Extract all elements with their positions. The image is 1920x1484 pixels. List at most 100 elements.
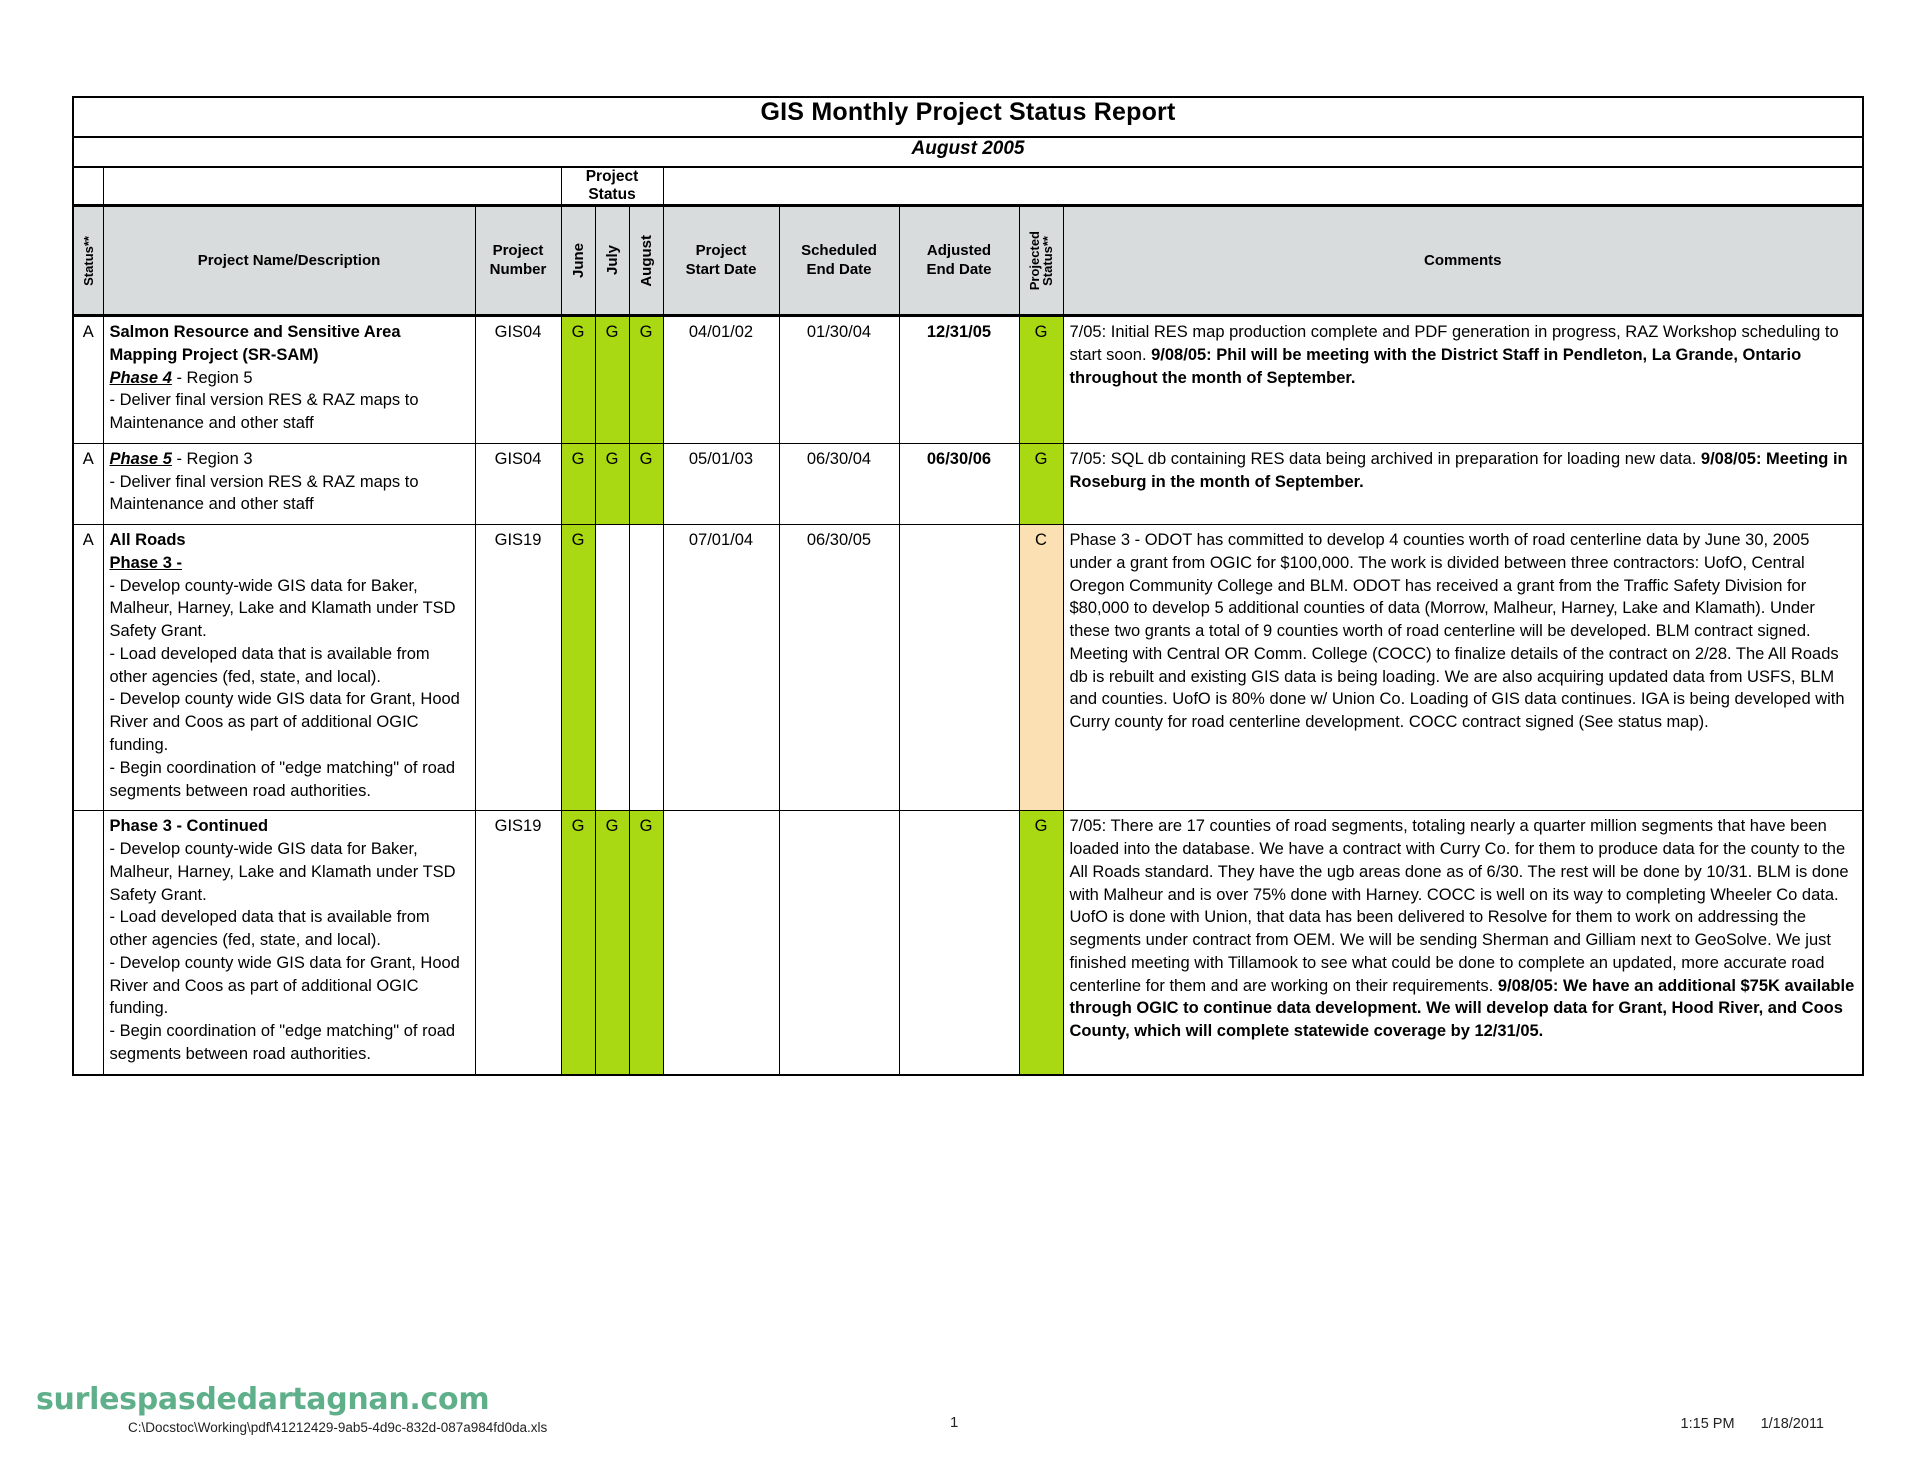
cell-status [72,810,104,1076]
group-blank-name [102,166,562,207]
report-title-row: GIS Monthly Project Status Report [71,96,1865,138]
col-header-start-date: Project Start Date [662,205,780,317]
project-bullet: - Develop county-wide GIS data for Baker… [109,840,456,904]
project-bullet: - Load developed data that is available … [109,644,430,686]
cell-status-august: G [628,442,664,526]
cell-start-date: 05/01/03 [662,442,780,526]
group-blank-rest [662,166,1864,207]
table-body: A Salmon Resource and Sensitive Area Mapp… [72,315,1865,1076]
print-time: 1:15 PM [1680,1416,1735,1432]
cell-start-date [662,810,780,1076]
comment-update: 9/08/05: Phil will be meeting with the D… [1069,345,1802,387]
cell-status-july: G [594,442,630,526]
col-header-project-number: Project Number [474,205,562,317]
col-header-projected-status: Projected Status** [1018,205,1064,317]
comment-text: Phase 3 - ODOT has committed to develop … [1069,531,1845,732]
col-header-month-august: August [628,205,664,317]
project-bullet: - Begin coordination of "edge matching" … [109,758,456,800]
cell-status-june: G [560,442,596,526]
cell-projected-status: G [1018,810,1064,1076]
column-header-row: Status** Project Name/Description Projec… [72,205,1865,317]
project-phase: Phase 5 - Region 3 [109,449,253,468]
print-timestamp: 1:15 PM 1/18/2011 [1659,1416,1824,1432]
cell-projected-status: G [1018,315,1064,444]
cell-status-june: G [560,810,596,1076]
group-blank-status [72,166,104,207]
cell-comments: 7/05: There are 17 counties of road segm… [1062,810,1865,1076]
col-header-adjusted-end: Adjusted End Date [898,205,1020,317]
project-bullet: - Begin coordination of "edge matching" … [109,1022,456,1063]
project-bullet: - Deliver final version RES & RAZ maps t… [109,391,419,433]
project-title: Salmon Resource and Sensitive Area Mappi… [109,323,401,364]
page-number: 1 [950,1414,959,1431]
project-phase: Phase 3 - [109,553,182,572]
page-title: GIS Monthly Project Status Report [760,98,1176,126]
cell-project-number: GIS19 [474,810,562,1076]
col-header-adjusted-end-l1: Adjusted [926,241,992,259]
col-header-project-number-l1: Project [492,241,544,259]
cell-status: A [72,442,104,526]
project-phase: Phase 4 - Region 5 [109,368,253,387]
cell-status-july: G [594,810,630,1076]
cell-project-name: All Roads Phase 3 - - Develop county-wide… [102,524,476,812]
cell-start-date: 04/01/02 [662,315,780,444]
col-header-comments: Comments [1062,205,1865,317]
project-bullet: - Develop county wide GIS data for Grant… [109,953,460,1018]
col-header-project-name-label: Project Name/Description [197,252,381,269]
cell-scheduled-end [778,810,900,1076]
table-row: A Salmon Resource and Sensitive Area Mapp… [72,315,1865,444]
col-header-project-name: Project Name/Description [102,205,476,317]
col-header-month-august-label: August [637,234,655,287]
cell-comments: Phase 3 - ODOT has committed to develop … [1062,524,1865,812]
cell-status-august: G [628,315,664,444]
table-row: A Phase 5 - Region 3 - Deliver final vers… [72,442,1865,526]
table-row: Phase 3 - Continued - Develop county-wide… [72,810,1865,1076]
group-header-row: Project Status [72,166,1864,207]
cell-status: A [72,315,104,444]
cell-status-august: G [628,810,664,1076]
report-page: GIS Monthly Project Status Report August… [0,0,1920,1484]
cell-scheduled-end: 06/30/05 [778,524,900,812]
cell-scheduled-end: 01/30/04 [778,315,900,444]
report-title-cell: GIS Monthly Project Status Report [71,96,1865,138]
cell-adjusted-end [898,810,1020,1076]
col-header-status: Status** [72,205,104,317]
project-bullet: - Deliver final version RES & RAZ maps t… [109,472,419,514]
cell-status-june: G [560,524,596,812]
cell-comments: 7/05: SQL db containing RES data being a… [1062,442,1865,526]
comment-text: 7/05: There are 17 counties of road segm… [1069,817,1849,995]
cell-scheduled-end: 06/30/04 [778,442,900,526]
cell-status-july: G [594,315,630,444]
project-title: All Roads [109,531,186,550]
project-status-table: GIS Monthly Project Status Report August… [71,96,1865,1076]
cell-project-name: Phase 5 - Region 3 - Deliver final versi… [102,442,476,526]
print-date: 1/18/2011 [1760,1416,1824,1432]
report-period: August 2005 [911,138,1025,159]
col-header-adjusted-end-l2: End Date [926,260,992,278]
cell-adjusted-end [898,524,1020,812]
cell-adjusted-end: 06/30/06 [898,442,1020,526]
cell-status-june: G [560,315,596,444]
table-row: A All Roads Phase 3 - - Develop county-wid… [72,524,1865,812]
cell-project-name: Salmon Resource and Sensitive Area Mappi… [102,315,476,444]
cell-adjusted-end: 12/31/05 [898,315,1020,444]
col-header-comments-label: Comments [1424,252,1502,269]
cell-status: A [72,524,104,812]
report-subtitle-row: August 2005 [71,136,1865,168]
cell-project-number: GIS04 [474,442,562,526]
col-header-scheduled-end-l2: End Date [806,260,872,278]
col-header-project-number-l2: Number [489,260,547,278]
col-header-scheduled-end: Scheduled End Date [778,205,900,317]
cell-comments: 7/05: Initial RES map production complet… [1062,315,1865,444]
cell-projected-status: G [1018,442,1064,526]
comment-text: 7/05: SQL db containing RES data being a… [1069,449,1701,468]
col-header-status-label: Status** [80,235,96,286]
group-project-status: Project Status [560,166,664,207]
col-header-start-date-l1: Project [695,241,747,259]
project-bullet: - Develop county-wide GIS data for Baker… [109,576,456,641]
col-header-start-date-l2: Start Date [685,260,757,278]
cell-status-july [594,524,630,812]
project-bullet: - Develop county wide GIS data for Grant… [109,690,460,755]
col-header-month-july: July [594,205,630,317]
cell-start-date: 07/01/04 [662,524,780,812]
